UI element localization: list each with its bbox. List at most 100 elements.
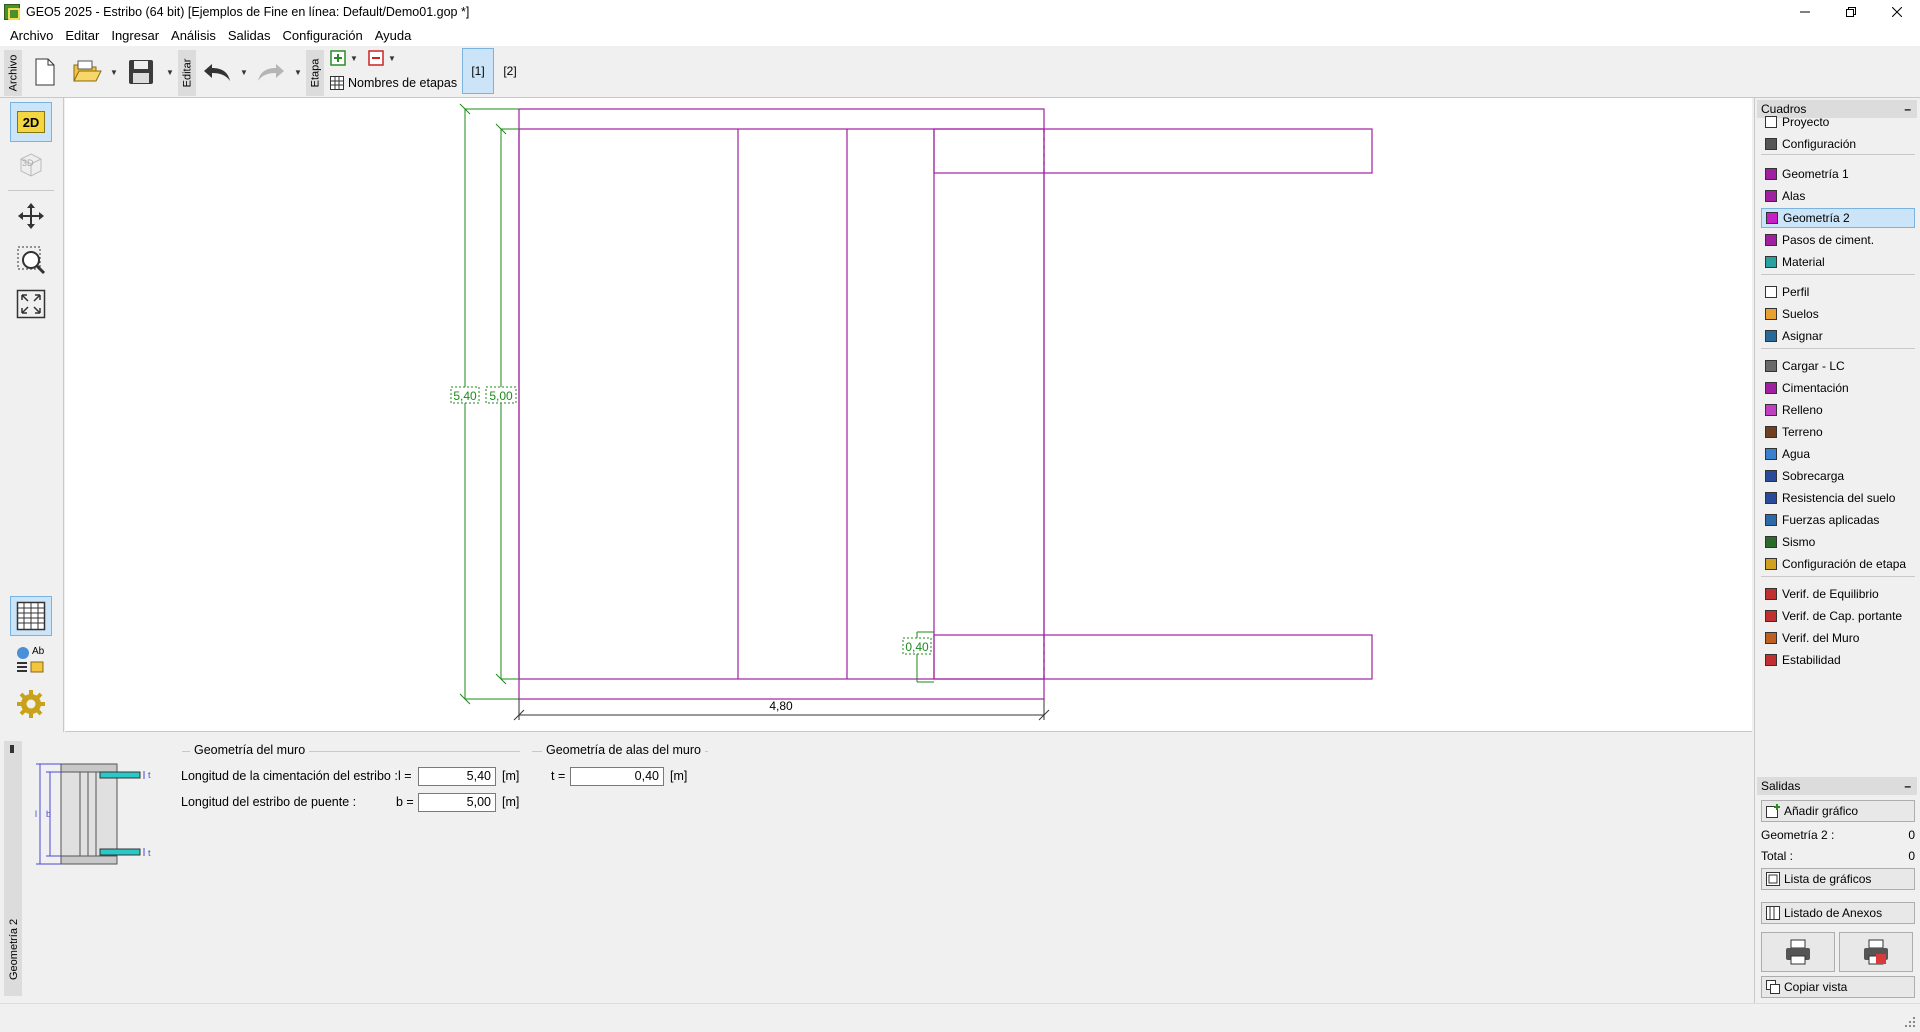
pin-marker bbox=[10, 745, 14, 753]
ab-label: Ab bbox=[32, 646, 45, 657]
save-dropdown-arrow[interactable]: ▼ bbox=[166, 68, 174, 77]
frame-stage-settings[interactable]: Configuración de etapa bbox=[1761, 554, 1915, 574]
frame-foundation-steps[interactable]: Pasos de ciment. bbox=[1761, 230, 1915, 250]
backfill-icon bbox=[1765, 404, 1777, 416]
pan-button[interactable] bbox=[10, 196, 52, 236]
frame-earthquake[interactable]: Sismo bbox=[1761, 532, 1915, 552]
frame-document[interactable]: Proyecto bbox=[1761, 112, 1915, 132]
remove-stage-button[interactable] bbox=[368, 50, 384, 66]
frame-applied-forces[interactable]: Fuerzas aplicadas bbox=[1761, 510, 1915, 530]
frame-stability[interactable]: Estabilidad bbox=[1761, 650, 1915, 670]
frame-table-view-button[interactable] bbox=[10, 596, 52, 636]
resize-grip-icon[interactable] bbox=[1904, 1016, 1916, 1028]
frame-label: Sismo bbox=[1782, 535, 1816, 549]
undo-button[interactable] bbox=[200, 54, 234, 90]
frame-gear[interactable]: Configuración bbox=[1761, 134, 1915, 154]
wing-thickness-unit: [m] bbox=[670, 769, 688, 783]
menu-analisis[interactable]: Análisis bbox=[165, 28, 222, 43]
open-dropdown-arrow[interactable]: ▼ bbox=[110, 68, 118, 77]
load-icon bbox=[1765, 360, 1777, 372]
new-file-button[interactable] bbox=[28, 54, 62, 90]
add-picture-button[interactable]: Añadir gráfico bbox=[1761, 800, 1915, 822]
view-3d-button[interactable]: 3D bbox=[10, 144, 52, 184]
copy-view-icon bbox=[1766, 980, 1780, 994]
tool-separator bbox=[8, 190, 54, 191]
frame-label: Geometría 1 bbox=[1782, 167, 1849, 181]
print-button[interactable] bbox=[1761, 932, 1835, 972]
frame-wings[interactable]: Alas bbox=[1761, 186, 1915, 206]
diagram-label-t-bottom: t bbox=[148, 848, 151, 858]
frame-verification[interactable]: Verif. de Equilibrio bbox=[1761, 584, 1915, 604]
diagram-label-b: b bbox=[46, 809, 51, 819]
restore-button[interactable] bbox=[1828, 0, 1874, 24]
redo-dropdown-arrow[interactable]: ▼ bbox=[294, 68, 302, 77]
frame-profile[interactable]: Perfil bbox=[1761, 282, 1915, 302]
frame-wall-geometry[interactable]: Geometría 1 bbox=[1761, 164, 1915, 184]
frame-wall-check[interactable]: Verif. del Muro bbox=[1761, 628, 1915, 648]
frame-material[interactable]: Material bbox=[1761, 252, 1915, 272]
dim-text-wing: 0,40 bbox=[905, 640, 929, 654]
foundation-length-input[interactable]: 5,40 bbox=[418, 767, 496, 786]
fit-to-screen-icon bbox=[16, 289, 46, 319]
bridge-length-input[interactable]: 5,00 bbox=[418, 793, 496, 812]
frame-terrain[interactable]: Terreno bbox=[1761, 422, 1915, 442]
redo-button[interactable] bbox=[254, 54, 288, 90]
frame-label: Verif. de Equilibrio bbox=[1782, 587, 1879, 601]
frame-backfill[interactable]: Relleno bbox=[1761, 400, 1915, 420]
stage-2-button[interactable]: [2] bbox=[496, 48, 524, 94]
add-picture-icon bbox=[1766, 804, 1780, 818]
foundation-steps-icon bbox=[1765, 234, 1777, 246]
drawing-canvas[interactable]: 5,40 5,00 0,40 4,80 bbox=[65, 98, 1752, 732]
add-stage-button[interactable] bbox=[330, 50, 346, 66]
wing-thickness-input[interactable]: 0,40 bbox=[570, 767, 664, 786]
frame-front-face-resistance[interactable]: Resistencia del suelo bbox=[1761, 488, 1915, 508]
menu-ayuda[interactable]: Ayuda bbox=[369, 28, 418, 43]
outputs-minimize-button[interactable]: – bbox=[1904, 777, 1911, 795]
stage-1-button[interactable]: [1] bbox=[462, 48, 494, 94]
redo-icon bbox=[258, 64, 284, 81]
frame-label: Terreno bbox=[1782, 425, 1823, 439]
zoom-window-button[interactable] bbox=[10, 240, 52, 280]
save-button[interactable] bbox=[124, 54, 158, 90]
remove-stage-dropdown[interactable]: ▼ bbox=[388, 54, 396, 63]
frame-load[interactable]: Cargar - LC bbox=[1761, 356, 1915, 376]
geometry-2-diagram: l b t t bbox=[35, 763, 151, 865]
minimize-button[interactable] bbox=[1782, 0, 1828, 24]
undo-dropdown-arrow[interactable]: ▼ bbox=[240, 68, 248, 77]
copy-view-button[interactable]: Copiar vista bbox=[1761, 976, 1915, 998]
frame-label: Material bbox=[1782, 255, 1825, 269]
print-export-button[interactable] bbox=[1839, 932, 1913, 972]
close-icon bbox=[1892, 7, 1902, 17]
add-stage-dropdown[interactable]: ▼ bbox=[350, 54, 358, 63]
table-view-icon bbox=[16, 601, 46, 631]
open-file-button[interactable] bbox=[70, 54, 104, 90]
settings-button[interactable] bbox=[10, 684, 52, 724]
frame-label: Configuración de etapa bbox=[1782, 557, 1907, 571]
menu-ingresar[interactable]: Ingresar bbox=[105, 28, 165, 43]
open-folder-icon bbox=[73, 60, 102, 82]
frame-foundation[interactable]: Cimentación bbox=[1761, 378, 1915, 398]
frame-assign[interactable]: Asignar bbox=[1761, 326, 1915, 346]
drawing-settings-button[interactable]: Ab bbox=[10, 640, 52, 680]
frames-separator bbox=[1761, 576, 1915, 577]
frame-surcharge[interactable]: Sobrecarga bbox=[1761, 466, 1915, 486]
menu-archivo[interactable]: Archivo bbox=[4, 28, 59, 43]
frame-geometry-2[interactable]: Geometría 2 bbox=[1761, 208, 1915, 228]
menu-salidas[interactable]: Salidas bbox=[222, 28, 277, 43]
zoom-extents-button[interactable] bbox=[10, 284, 52, 324]
close-button[interactable] bbox=[1874, 0, 1920, 24]
menu-configuracion[interactable]: Configuración bbox=[276, 28, 368, 43]
view-2d-button[interactable]: 2D bbox=[10, 102, 52, 142]
terrain-icon bbox=[1765, 426, 1777, 438]
menu-editar[interactable]: Editar bbox=[59, 28, 105, 43]
frame-label: Agua bbox=[1782, 447, 1811, 461]
frame-bearing-capacity[interactable]: Verif. de Cap. portante bbox=[1761, 606, 1915, 626]
list-attachments-button[interactable]: Listado de Anexos bbox=[1761, 902, 1915, 924]
bridge-length-symbol: b = bbox=[396, 795, 414, 809]
remove-stage-icon bbox=[368, 50, 384, 66]
list-pictures-button[interactable]: Lista de gráficos bbox=[1761, 868, 1915, 890]
geo5-app-icon bbox=[4, 4, 20, 20]
frame-soils[interactable]: Suelos bbox=[1761, 304, 1915, 324]
stage-names-button[interactable]: Nombres de etapas bbox=[330, 74, 457, 92]
frame-water[interactable]: Agua bbox=[1761, 444, 1915, 464]
